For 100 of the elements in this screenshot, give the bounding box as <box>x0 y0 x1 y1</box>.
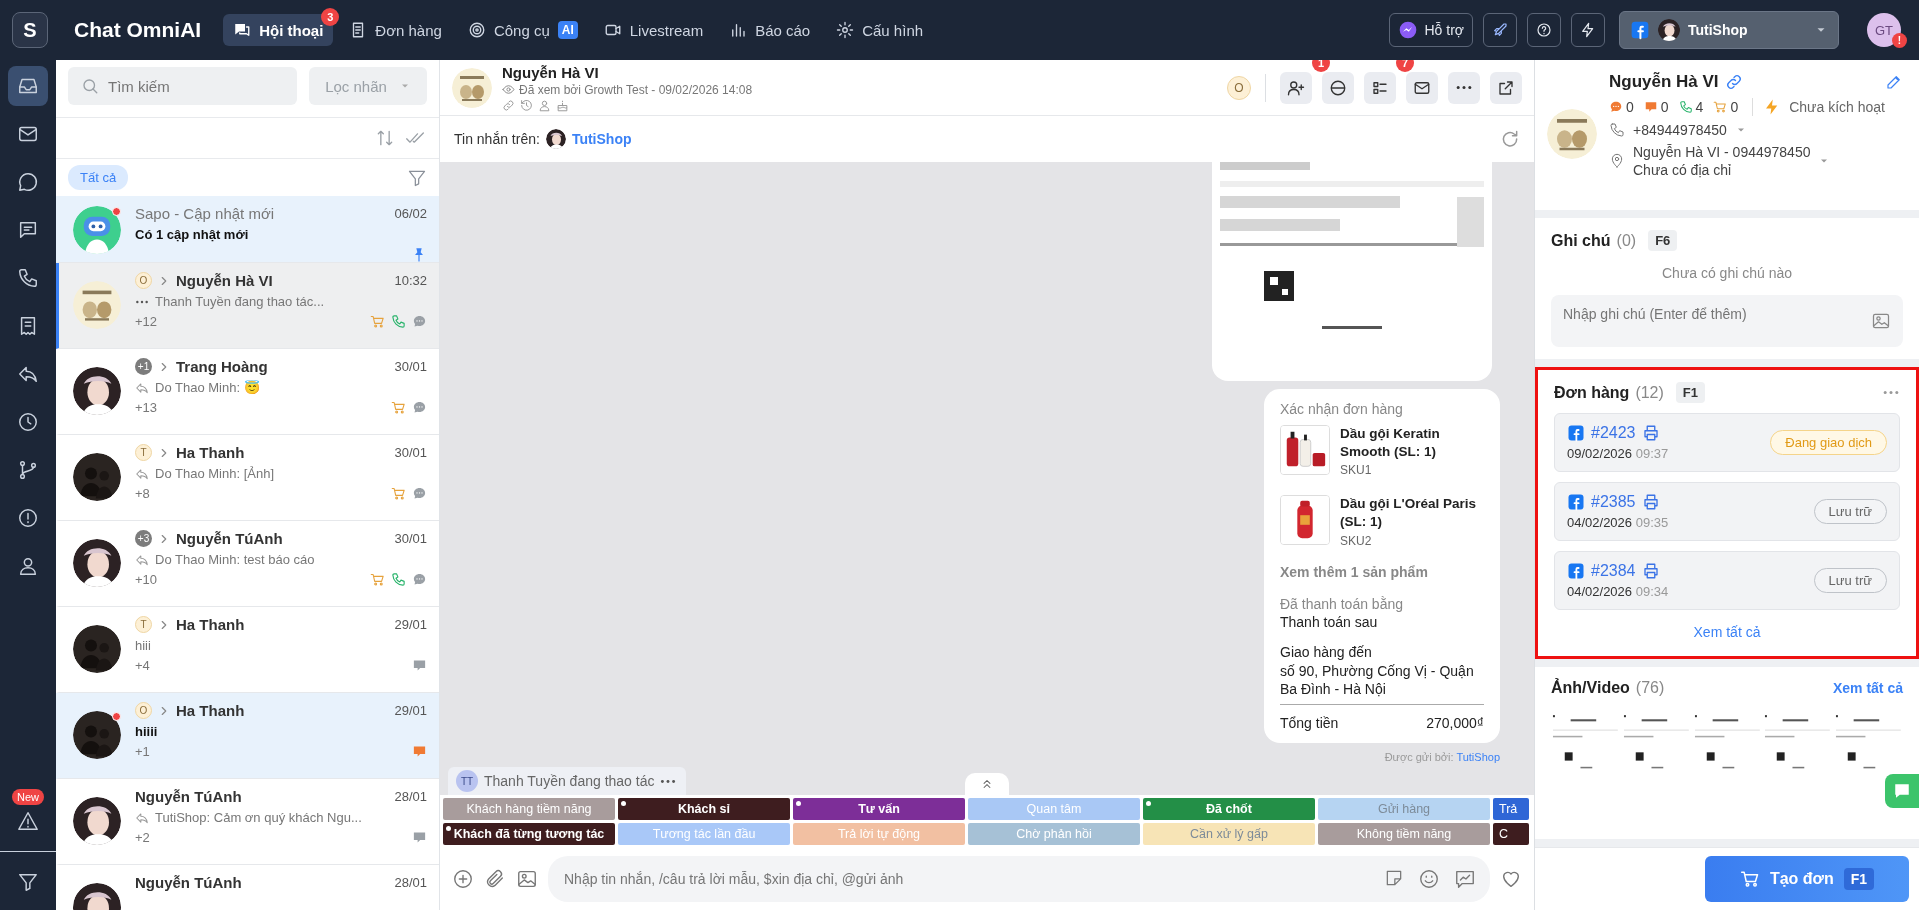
help-button[interactable] <box>1527 13 1561 47</box>
emoji-icon[interactable] <box>1418 868 1440 890</box>
order-code[interactable]: #2385 <box>1591 493 1636 511</box>
edit-icon[interactable] <box>1885 73 1903 91</box>
label-tag[interactable]: Tư vấn <box>793 798 965 820</box>
facebook-icon <box>1567 424 1585 442</box>
chat-button[interactable] <box>1885 774 1919 808</box>
chart-message-icon[interactable] <box>1454 868 1476 890</box>
payment-label: Đã thanh toán bằng <box>1280 595 1404 612</box>
search-field[interactable]: Tìm kiếm <box>68 67 297 105</box>
label-tag[interactable]: Đã chốt <box>1143 798 1315 820</box>
more-icon[interactable] <box>1882 390 1900 395</box>
view-all-link[interactable]: Xem tất cả <box>1832 680 1903 696</box>
nav-tab[interactable]: Livestream <box>593 14 714 46</box>
order-card[interactable]: #2385 04/02/2026 09:35 Lưu trữ <box>1554 482 1900 541</box>
cart-icon <box>391 400 406 415</box>
chat-icon <box>1609 100 1623 114</box>
nav-tab[interactable]: Báo cáo <box>719 14 821 46</box>
link-icon[interactable] <box>502 98 515 112</box>
alert-icon <box>17 507 39 529</box>
order-card[interactable]: #2423 09/02/2026 09:37 Đang giao dịch <box>1554 413 1900 472</box>
image-icon[interactable] <box>516 868 538 890</box>
nav-tab[interactable]: Công cụ AI <box>457 14 588 46</box>
conversation-item[interactable]: T Ha Thanh 30/01 Do Thao Minh: [Ảnh] +8 <box>56 435 439 521</box>
contact-name: Nguyễn TúAnh <box>135 788 242 805</box>
conversation-item[interactable]: +1 Trang Hoàng 30/01 Do Thao Minh: 😇 +13 <box>56 349 439 435</box>
nav-tab[interactable]: Cấu hình <box>826 14 934 46</box>
sort-icon[interactable] <box>375 128 395 148</box>
note-input[interactable]: Nhập ghi chú (Enter để thêm) <box>1551 295 1903 347</box>
initials-avatar: TT <box>456 770 478 792</box>
conversation-item[interactable]: Nguyễn TúAnh 28/01 <box>56 865 439 910</box>
external-link-button[interactable] <box>1490 71 1522 104</box>
clock-icon <box>17 411 39 433</box>
add-user-button[interactable] <box>1280 71 1312 104</box>
chat-icon <box>412 572 427 587</box>
label-tag[interactable]: Khách sỉ <box>618 798 790 820</box>
bar-chart-icon <box>729 21 748 39</box>
stat-count: 0 <box>1730 99 1739 115</box>
shop-selector[interactable]: TutiShop <box>1619 11 1839 49</box>
message-preview: Có 1 cập nhật mới <box>135 227 249 242</box>
message-input[interactable]: Nhập tin nhắn, /câu trả lời mẫu, $xin địa chỉ, @gửi ảnh <box>548 856 1490 902</box>
product-name: Dầu gội Keratin Smooth (SL: 1) <box>1340 424 1441 461</box>
list-button[interactable] <box>1364 71 1396 104</box>
more-products-link[interactable]: Xem thêm 1 sản phẩm <box>1280 563 1484 580</box>
user-icon[interactable] <box>538 98 551 112</box>
support-button[interactable]: Hỗ trợ <box>1389 13 1473 47</box>
collapse-button[interactable] <box>965 773 1009 795</box>
tag-badge: O <box>1227 75 1251 100</box>
mail-button[interactable] <box>1406 71 1438 104</box>
avatar <box>73 539 121 587</box>
order-card[interactable]: #2384 04/02/2026 09:34 Lưu trữ <box>1554 551 1900 610</box>
conversation-item[interactable]: Sapo - Cập nhật mới 06/02 Có 1 cập nhật mới <box>56 196 439 263</box>
label-tag[interactable]: C <box>1493 823 1529 845</box>
chat-bubbles-icon <box>233 21 252 39</box>
more-button[interactable] <box>1448 71 1480 104</box>
order-code[interactable]: #2384 <box>1591 562 1636 580</box>
cart-icon <box>391 486 406 501</box>
view-all-link[interactable]: Xem tất cả <box>1554 624 1900 640</box>
help-icon <box>1536 22 1552 38</box>
new-badge: New <box>12 789 44 805</box>
address-contact: Nguyễn Hà VI - 0944978450 <box>1633 144 1811 160</box>
message-preview: Thanh Tuyền đang thao tác... <box>155 294 325 309</box>
conversation-item[interactable]: +3 Nguyễn TúAnh 30/01 Do Thao Minh: test báo cáo +10 <box>56 521 439 607</box>
message-time: 29/01 <box>394 617 427 632</box>
image-icon[interactable] <box>1871 311 1891 331</box>
cart-icon <box>370 314 385 329</box>
order-code[interactable]: #2423 <box>1591 424 1636 442</box>
nav-tab[interactable]: Đơn hàng <box>339 14 452 46</box>
channel-link[interactable]: TutiShop <box>571 131 632 147</box>
avatar <box>73 453 121 501</box>
sidebar-button[interactable] <box>8 66 48 106</box>
history-icon[interactable] <box>520 98 533 112</box>
label-tag[interactable]: Trả <box>1493 798 1529 820</box>
sticker-icon[interactable] <box>1384 868 1404 888</box>
message-time: 28/01 <box>394 789 427 804</box>
refresh-icon[interactable] <box>1500 129 1520 149</box>
cake-icon[interactable] <box>556 98 569 112</box>
add-user-icon <box>1287 78 1305 97</box>
printer-icon[interactable] <box>1641 493 1660 511</box>
block-button[interactable] <box>1322 71 1354 104</box>
lightning-button[interactable] <box>1571 13 1605 47</box>
create-order-button[interactable]: Tạo đơn F1 <box>1705 856 1909 902</box>
message-count: +2 <box>135 830 150 845</box>
label-tag[interactable]: Khách đã từng tương tác <box>443 823 615 845</box>
tag-badge: T <box>135 444 152 461</box>
conversation-item[interactable]: O Ha Thanh 29/01 hiiii +1 <box>56 693 439 779</box>
printer-icon[interactable] <box>1641 562 1660 580</box>
conversation-item[interactable]: Nguyễn TúAnh 28/01 TutiShop: Cảm ơn quý khách Ngu... +2 <box>56 779 439 865</box>
paperclip-icon[interactable] <box>484 868 506 890</box>
activation-status: Chưa kích hoạt <box>1789 99 1885 115</box>
conversation-item[interactable]: O Nguyễn Hà VI 10:32 Thanh Tuyền đang thao tác... +12 <box>56 263 439 349</box>
add-icon[interactable] <box>452 868 474 890</box>
link-icon[interactable] <box>1724 73 1743 91</box>
message-preview: hiiii <box>135 724 158 739</box>
rocket-button[interactable] <box>1483 13 1517 47</box>
ai-badge: AI <box>557 21 578 39</box>
printer-icon[interactable] <box>1641 424 1660 442</box>
address-text: Chưa có địa chỉ <box>1633 162 1733 178</box>
section-title: Đơn hàng <box>1554 383 1630 402</box>
phone-number: +84944978450 <box>1633 122 1727 138</box>
